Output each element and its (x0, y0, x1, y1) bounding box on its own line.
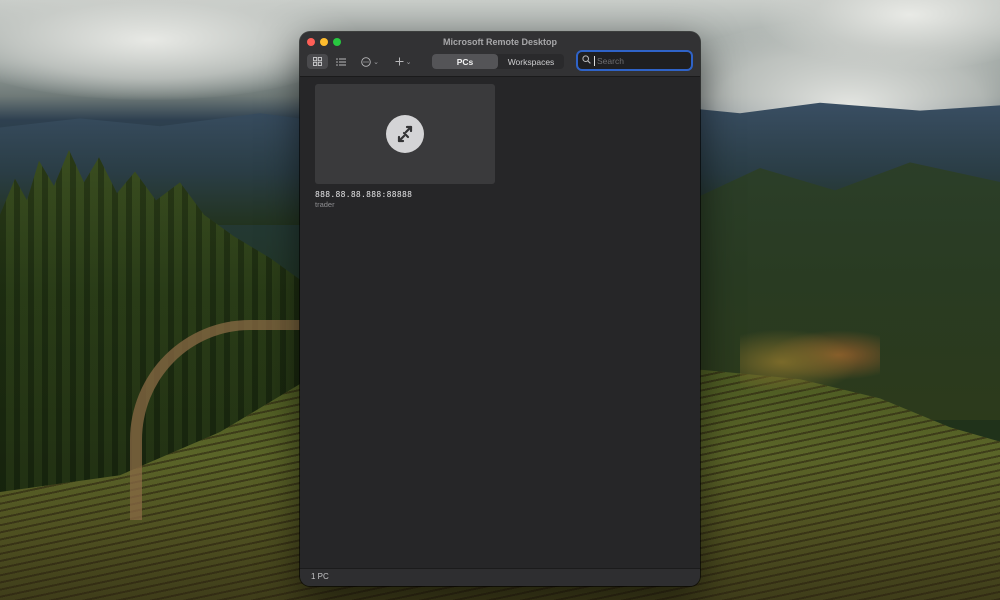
chevron-down-icon: ⌄ (405, 58, 412, 66)
pc-username: trader (315, 200, 335, 209)
chevron-down-icon: ⌄ (373, 58, 379, 66)
plus-icon (395, 57, 404, 66)
pc-tile[interactable]: 888.88.88.888:88888 trader (315, 84, 495, 212)
autumn-trees (740, 320, 880, 390)
window-title: Microsoft Remote Desktop (442, 37, 558, 47)
pc-name: 888.88.88.888:88888 (315, 190, 413, 199)
grid-icon (313, 57, 322, 66)
status-bar: 1 PC (300, 568, 700, 586)
ellipsis-circle-icon (361, 56, 371, 67)
more-actions-button[interactable]: ⌄ (358, 54, 382, 69)
remote-desktop-window: Microsoft Remote Desktop ⌄ ⌄ PCs Workspa… (300, 32, 700, 586)
tab-pcs[interactable]: PCs (432, 54, 498, 69)
add-button[interactable]: ⌄ (390, 54, 416, 69)
grid-view-button[interactable] (307, 54, 328, 69)
title-bar: Microsoft Remote Desktop ⌄ ⌄ PCs Workspa… (300, 32, 700, 77)
view-switcher: PCs Workspaces (432, 54, 564, 69)
pc-thumbnail[interactable] (315, 84, 495, 184)
remote-desktop-icon (386, 115, 424, 153)
list-view-button[interactable] (332, 54, 350, 69)
search-icon (582, 55, 594, 66)
list-icon (336, 57, 346, 66)
tab-workspaces[interactable]: Workspaces (498, 54, 564, 69)
pc-grid: 888.88.88.888:88888 trader (300, 77, 700, 569)
search-input[interactable] (594, 55, 687, 66)
pc-count: 1 PC (311, 572, 329, 581)
search-field[interactable] (578, 52, 691, 69)
